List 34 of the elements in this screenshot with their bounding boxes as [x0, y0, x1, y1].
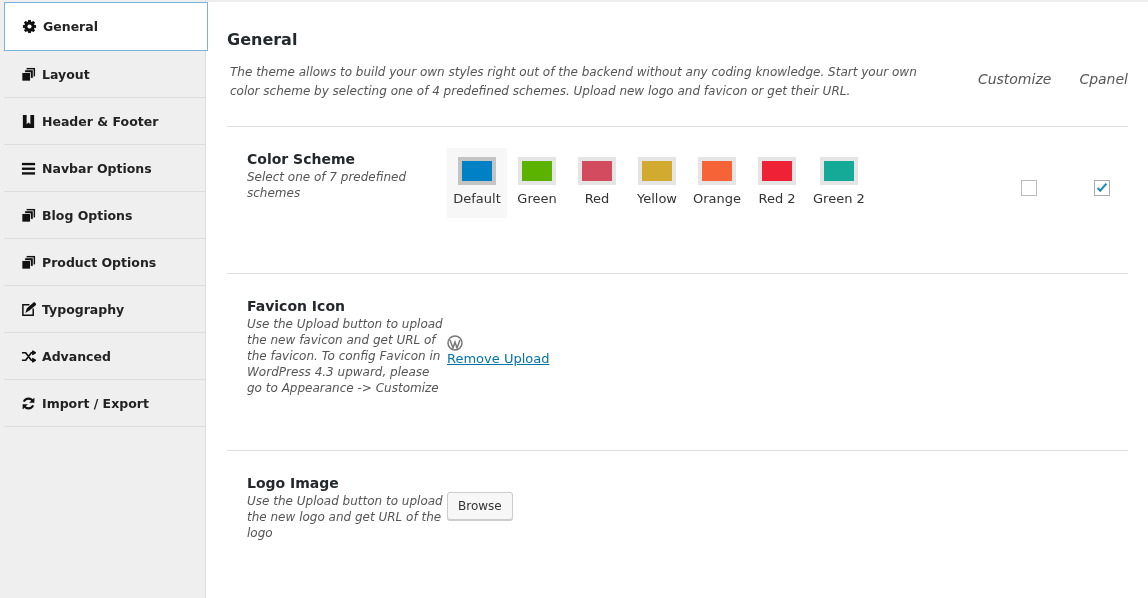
- sidebar-tab[interactable]: Advanced: [4, 333, 205, 380]
- option-title: Color Scheme: [247, 151, 356, 167]
- option-description: Use the Upload button to upload the new logo and get URL of the logo: [247, 493, 444, 541]
- gear-icon: [22, 19, 37, 34]
- refresh-icon: [21, 395, 36, 411]
- bookmark-icon: [21, 113, 36, 129]
- column-header: Customize: [977, 71, 1052, 87]
- shuffle-icon: [21, 348, 36, 364]
- cpanel-checkbox[interactable]: [1094, 180, 1110, 196]
- option-title: Favicon Icon: [247, 298, 346, 314]
- page-description: The theme allows to build your own styles right out of the backend without any coding knowledge. Start your own color scheme by selecting one of 4 predefined schemes. Upload new logo and favicon or get their URL.: [230, 64, 918, 100]
- column-header: Cpanel: [1079, 71, 1128, 87]
- color-swatch[interactable]: Default: [447, 148, 507, 218]
- option-title: Logo Image: [247, 475, 340, 491]
- sidebar-tab[interactable]: Import / Export: [4, 380, 205, 427]
- sidebar-tab[interactable]: Header & Footer: [4, 98, 205, 145]
- sidebar-tab[interactable]: Typography: [4, 286, 205, 333]
- copy-icon: [21, 66, 36, 82]
- sidebar-tab[interactable]: Layout: [4, 51, 205, 98]
- sidebar-tab[interactable]: Blog Options: [4, 192, 205, 239]
- page-title: General: [227, 30, 299, 49]
- remove-upload-link[interactable]: Remove Upload: [447, 351, 550, 366]
- option-description: Use the Upload button to upload the new favicon and get URL of the favicon. To config Favicon in WordPress 4.3 upward, please go to Appearance -> Customize: [247, 316, 444, 396]
- sidebar-tab[interactable]: Product Options: [4, 239, 205, 286]
- sidebar-tab[interactable]: General: [4, 2, 208, 51]
- copy-icon: [21, 207, 36, 223]
- copy-icon: [21, 254, 36, 270]
- customize-checkbox[interactable]: [1021, 180, 1037, 196]
- option-description: Select one of 7 predefined schemes: [247, 169, 408, 201]
- menu-icon: [21, 160, 36, 176]
- browse-button[interactable]: Browse: [447, 492, 513, 520]
- wordpress-icon: [447, 335, 463, 351]
- sidebar-tab[interactable]: Navbar Options: [4, 145, 205, 192]
- edit-icon: [21, 301, 36, 317]
